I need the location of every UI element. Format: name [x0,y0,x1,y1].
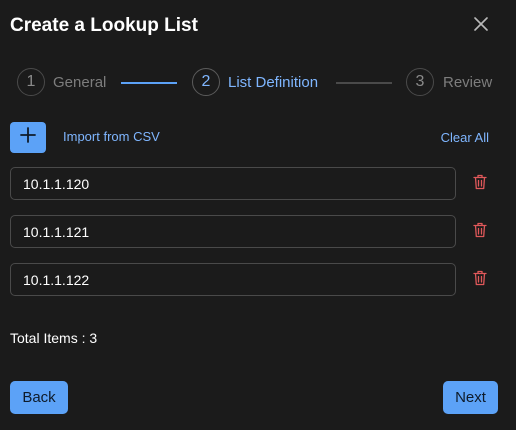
delete-item-button[interactable] [472,270,488,291]
list-item-input-3[interactable] [10,263,456,296]
stepper: 1 General 2 List Definition 3 Review [0,68,516,100]
add-item-button[interactable] [10,122,46,153]
step-2-number: 2 [192,68,220,96]
list-item-input-1[interactable] [10,167,456,200]
trash-icon [473,174,487,195]
step-connector-1 [121,82,177,84]
next-button[interactable]: Next [443,381,498,414]
list-item-value[interactable] [23,223,443,240]
step-1-number: 1 [17,68,45,96]
trash-icon [473,270,487,291]
plus-icon [20,127,36,148]
clear-all-link[interactable]: Clear All [441,130,489,145]
delete-item-button[interactable] [472,222,488,243]
step-3-label: Review [443,74,493,91]
step-3-number: 3 [406,68,434,96]
delete-item-button[interactable] [472,174,488,195]
step-connector-2 [336,82,392,84]
step-1-label: General [53,74,107,91]
dialog-title: Create a Lookup List [10,15,198,36]
import-csv-link[interactable]: Import from CSV [63,129,160,144]
total-items-count: Total Items : 3 [10,330,98,346]
step-2-label: List Definition [228,74,319,91]
list-item-input-2[interactable] [10,215,456,248]
close-icon [474,16,488,36]
back-button[interactable]: Back [10,381,68,414]
list-item-value[interactable] [23,175,443,192]
trash-icon [473,222,487,243]
close-button[interactable] [470,15,492,37]
list-item-value[interactable] [23,271,443,288]
